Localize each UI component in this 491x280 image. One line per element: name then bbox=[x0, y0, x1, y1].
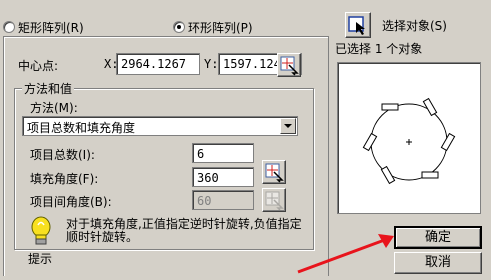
crosshair-arrow-icon bbox=[280, 56, 299, 76]
rect-array-label[interactable]: 矩形阵列(R) bbox=[18, 19, 84, 36]
center-x-input[interactable]: 2964.1267 bbox=[116, 53, 200, 75]
method-label: 方法(M): bbox=[30, 101, 78, 115]
pick-fill-angle-button[interactable] bbox=[262, 160, 286, 184]
fill-angle-label: 填充角度(F): bbox=[30, 172, 99, 186]
select-objects-label[interactable]: 选择对象(S) bbox=[382, 17, 447, 34]
polar-array-radio[interactable] bbox=[173, 21, 185, 33]
fill-angle-input[interactable]: 360 bbox=[192, 167, 254, 187]
crosshair-arrow-icon bbox=[265, 191, 284, 211]
select-objects-button[interactable] bbox=[345, 12, 371, 38]
preview-pane bbox=[337, 62, 481, 214]
selected-count-text: 已选择 1 个对象 bbox=[335, 42, 423, 56]
cancel-button-label: 取消 bbox=[424, 255, 451, 270]
hint-label: 提示 bbox=[28, 252, 53, 266]
total-items-label: 项目总数(I): bbox=[30, 148, 95, 162]
crosshair-arrow-icon bbox=[265, 163, 284, 183]
center-point-label: 中心点: bbox=[18, 59, 59, 73]
rect-array-radio[interactable] bbox=[3, 21, 15, 33]
polar-array-label[interactable]: 环形阵列(P) bbox=[188, 19, 253, 36]
method-select-value: 项目总数和填充角度 bbox=[27, 121, 136, 135]
annotation-arrow-icon bbox=[297, 234, 394, 274]
pick-center-button[interactable] bbox=[277, 53, 301, 77]
cursor-select-icon bbox=[348, 16, 365, 35]
array-preview-image bbox=[362, 97, 456, 185]
hint-text: 对于填充角度,正值指定逆时针旋转,负值指定顺时针旋转。 bbox=[66, 217, 302, 244]
total-items-input[interactable]: 6 bbox=[192, 143, 254, 163]
method-select[interactable]: 项目总数和填充角度 bbox=[22, 116, 298, 136]
center-y-label: Y: bbox=[204, 57, 219, 71]
angle-between-label: 项目间角度(B): bbox=[30, 195, 112, 209]
ok-button-label: 确定 bbox=[424, 230, 451, 245]
angle-between-input: 60 bbox=[192, 190, 254, 210]
chevron-down-icon bbox=[284, 124, 292, 128]
pick-angle-between-button bbox=[262, 188, 286, 212]
dropdown-button[interactable] bbox=[280, 118, 296, 134]
method-group-title: 方法和值 bbox=[22, 80, 75, 97]
lightbulb-icon bbox=[31, 216, 51, 245]
